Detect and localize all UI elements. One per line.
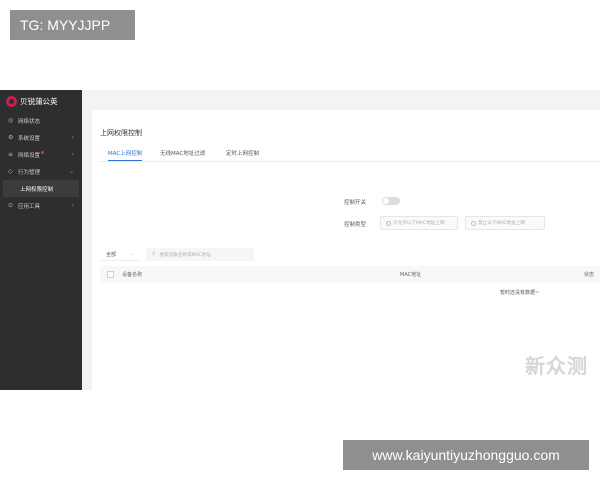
allow-mac-only-option[interactable]: 只允许以下MAC地址上网 — [380, 216, 458, 230]
sidebar-item-app-tools[interactable]: ⊙ 应用工具 › — [0, 197, 82, 214]
tab-bar: MAC上网控制 无线MAC地址过滤 定时上网控制 — [100, 145, 600, 162]
sidebar-item-label: 网络设置 — [18, 152, 41, 159]
control-type-label: 控制类型 — [344, 222, 367, 228]
tab-mac-access-control[interactable]: MAC上网控制 — [108, 145, 143, 161]
sidebar-item-network-settings[interactable]: ≡ 网络设置 › — [0, 146, 82, 163]
radio-icon — [471, 220, 476, 226]
empty-table-message: 暂时还没有数据~ — [500, 290, 540, 296]
select-all-checkbox[interactable] — [107, 271, 114, 278]
column-header-status: 状态 — [584, 272, 595, 278]
control-switch-toggle[interactable] — [382, 197, 400, 205]
sidebar-item-label: 系统设置 — [18, 135, 41, 142]
page-title: 上网权限控制 — [100, 129, 142, 137]
table-header: 设备名称 MAC地址 状态 — [100, 266, 600, 282]
allow-mac-only-label: 只允许以下MAC地址上网 — [393, 221, 445, 226]
deny-mac-option[interactable]: 禁止以下MAC地址上网 — [465, 216, 545, 230]
brand-logo: 贝锐蒲公英 — [0, 90, 82, 112]
list-icon: ≡ — [8, 151, 14, 158]
brand-name: 贝锐蒲公英 — [20, 96, 58, 106]
sidebar-item-network-status[interactable]: ◎ 网络状态 — [0, 112, 82, 129]
sidebar: 贝锐蒲公英 ◎ 网络状态 ⚙ 系统设置 › ≡ 网络设置 › ◇ 行为管理 ⌄ … — [0, 90, 82, 390]
brand-logo-icon — [6, 95, 17, 107]
chevron-right-icon: › — [71, 134, 74, 141]
filter-select[interactable]: 全部 ⌄ — [100, 248, 140, 261]
filter-select-value: 全部 — [106, 251, 117, 258]
sidebar-item-label: 网络状态 — [18, 118, 41, 125]
column-header-device-name: 设备名称 — [122, 272, 143, 278]
site-watermark-banner: www.kaiyuntiyuzhongguo.com — [343, 440, 589, 470]
gear-icon: ⚙ — [8, 134, 14, 141]
shield-icon: ◇ — [8, 168, 13, 175]
main-panel: 上网权限控制 MAC上网控制 无线MAC地址过滤 定时上网控制 控制开关 控制类… — [92, 110, 600, 390]
sidebar-item-label: 上网权限控制 — [20, 186, 54, 193]
tab-wireless-mac-filter[interactable]: 无线MAC地址过滤 — [160, 145, 205, 160]
sidebar-item-system-settings[interactable]: ⚙ 系统设置 › — [0, 129, 82, 146]
top-bar — [82, 90, 600, 108]
chevron-right-icon: › — [71, 151, 74, 158]
router-admin-app: 贝锐蒲公英 ◎ 网络状态 ⚙ 系统设置 › ≡ 网络设置 › ◇ 行为管理 ⌄ … — [0, 90, 600, 390]
chevron-down-icon: ⌄ — [68, 168, 74, 175]
chevron-down-icon: ⌄ — [129, 251, 134, 257]
search-placeholder: 搜索设备名称或MAC地址 — [159, 252, 211, 258]
sidebar-item-label: 行为管理 — [18, 169, 41, 176]
sidebar-item-label: 应用工具 — [18, 203, 41, 210]
globe-icon: ◎ — [8, 117, 14, 124]
deny-mac-label: 禁止以下MAC地址上网 — [478, 221, 525, 226]
radio-icon — [386, 220, 391, 226]
tab-scheduled-access[interactable]: 定时上网控制 — [226, 145, 259, 160]
tools-icon: ⊙ — [8, 202, 14, 209]
search-input[interactable]: ⚲ 搜索设备名称或MAC地址 — [146, 248, 254, 261]
tg-watermark-badge: TG: MYYJJPP — [10, 10, 135, 40]
control-switch-label: 控制开关 — [344, 200, 367, 206]
sidebar-item-behavior-management[interactable]: ◇ 行为管理 ⌄ — [0, 163, 82, 180]
notification-dot — [41, 150, 45, 154]
column-header-mac: MAC地址 — [400, 272, 422, 278]
corner-watermark-logo: 新众测 — [525, 354, 588, 378]
sidebar-subitem-access-control[interactable]: 上网权限控制 — [3, 180, 79, 197]
chevron-right-icon: › — [71, 202, 74, 209]
search-icon: ⚲ — [152, 252, 156, 257]
